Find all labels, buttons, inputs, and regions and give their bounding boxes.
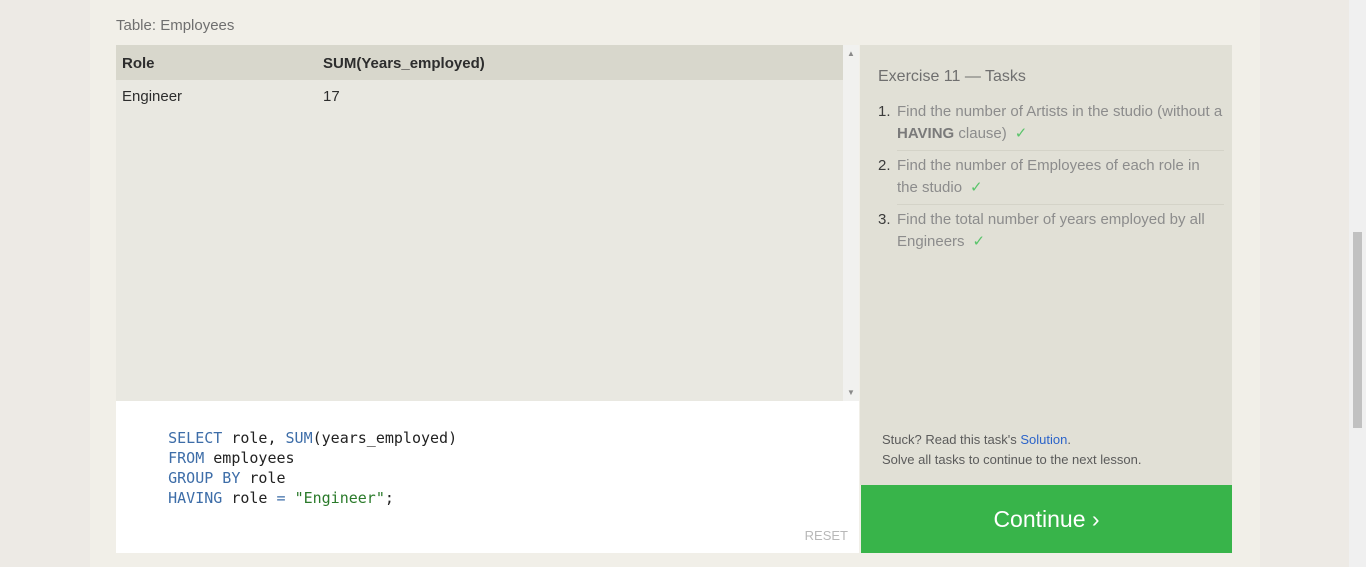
check-icon: ✓ bbox=[1014, 125, 1028, 142]
page-scrollbar[interactable] bbox=[1349, 0, 1366, 567]
task-text: Find the number of Artists in the studio… bbox=[897, 103, 1223, 120]
task-text: Find the number of Employees of each rol… bbox=[897, 157, 1200, 196]
task-keyword: HAVING bbox=[897, 125, 955, 142]
continue-button[interactable]: Continue › bbox=[861, 485, 1232, 553]
cell-sum: 17 bbox=[323, 88, 340, 105]
column-header-sum: SUM(Years_employed) bbox=[323, 55, 485, 72]
tasks-panel: Exercise 11 — Tasks 1. Find the number o… bbox=[860, 45, 1232, 485]
code-token: role bbox=[222, 489, 277, 507]
stuck-text: Stuck? Read this task's bbox=[882, 432, 1021, 447]
scroll-down-icon[interactable]: ▼ bbox=[843, 388, 859, 397]
sql-editor[interactable]: SELECT role, SUM(years_employed) FROM em… bbox=[116, 401, 859, 553]
task-number: 1. bbox=[878, 103, 891, 120]
task-divider bbox=[897, 204, 1224, 205]
task-text: Find the total number of years employed … bbox=[897, 211, 1205, 250]
code-token: "Engineer" bbox=[294, 489, 385, 507]
task-item: 3. Find the total number of years employ… bbox=[878, 209, 1224, 253]
solution-link[interactable]: Solution bbox=[1020, 432, 1067, 447]
code-token: (years_employed) bbox=[312, 429, 458, 447]
check-icon: ✓ bbox=[972, 233, 986, 250]
results-scrollbar[interactable]: ▲ ▼ bbox=[843, 45, 859, 401]
page-scrollbar-thumb[interactable] bbox=[1353, 232, 1362, 428]
results-table: Role SUM(Years_employed) Engineer 17 ▲ ▼ bbox=[116, 45, 859, 401]
task-text-end: clause) bbox=[954, 125, 1007, 142]
stuck-hint: Stuck? Read this task's Solution. bbox=[882, 432, 1071, 447]
cell-role: Engineer bbox=[122, 88, 183, 105]
table-title: Table: Employees bbox=[116, 17, 235, 34]
task-divider bbox=[897, 150, 1224, 151]
stuck-suffix: . bbox=[1067, 432, 1071, 447]
exercise-title: Exercise 11 — Tasks bbox=[878, 68, 1026, 85]
code-token: ; bbox=[384, 489, 394, 507]
task-number: 3. bbox=[878, 211, 891, 228]
solve-all-text: Solve all tasks to continue to the next … bbox=[882, 452, 1142, 467]
code-token: HAVING bbox=[168, 489, 223, 507]
column-header-role: Role bbox=[122, 55, 155, 72]
code-line-4: HAVING role = "Engineer"; bbox=[132, 471, 394, 525]
reset-button[interactable]: RESET bbox=[805, 528, 848, 543]
results-header-row: Role SUM(Years_employed) bbox=[116, 45, 843, 80]
task-item: 2. Find the number of Employees of each … bbox=[878, 155, 1224, 199]
code-token: = bbox=[276, 489, 286, 507]
check-icon: ✓ bbox=[970, 179, 983, 196]
scroll-up-icon[interactable]: ▲ bbox=[843, 49, 859, 58]
task-item: 1. Find the number of Artists in the stu… bbox=[878, 101, 1224, 145]
task-number: 2. bbox=[878, 157, 891, 174]
